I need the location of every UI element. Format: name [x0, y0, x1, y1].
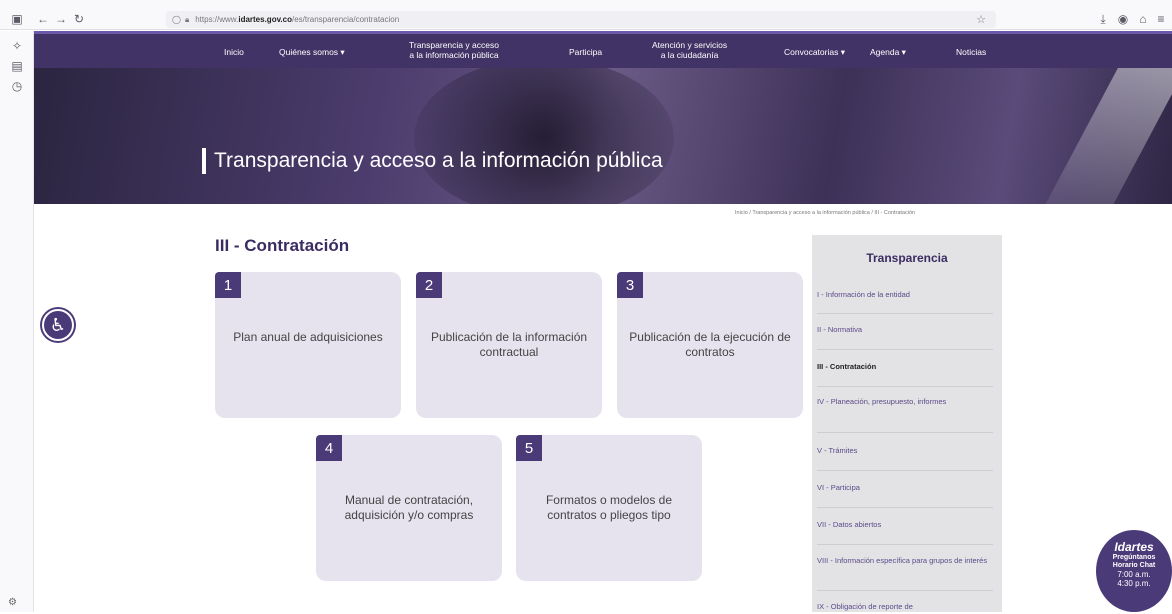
url-bar[interactable]: ◯ 🔒︎ https://www. idartes.gov.co/es/trans…	[166, 11, 996, 28]
chat-widget[interactable]: Idartes Pregúntanos Horario Chat 7:00 a.…	[1096, 530, 1172, 612]
download-icon[interactable]: ⤓	[1094, 10, 1112, 28]
panel-item-normativa[interactable]: II - Normativa	[817, 325, 993, 350]
shield-icon: ◯	[172, 15, 181, 24]
transparencia-side-panel: Transparencia I - Información de la enti…	[812, 235, 1002, 612]
panel-item-obligacion-reporte[interactable]: IX - Obligación de reporte de	[817, 602, 993, 614]
panel-item-informacion-entidad[interactable]: I - Información de la entidad	[817, 290, 993, 314]
card-number: 1	[215, 272, 241, 298]
accessibility-button[interactable]: ♿︎	[42, 309, 74, 341]
wheelchair-icon: ♿︎	[49, 314, 67, 335]
lock-icon: 🔒︎	[184, 14, 190, 24]
card-number: 4	[316, 435, 342, 461]
chat-ask-label: Pregúntanos	[1112, 554, 1156, 561]
card-manual-contratacion[interactable]: 4 Manual de contratación, adquisición y/…	[316, 435, 502, 581]
hero-light-beam	[1040, 68, 1172, 204]
card-label: Publicación de la ejecución de contratos	[629, 330, 791, 359]
card-plan-anual[interactable]: 1 Plan anual de adquisiciones	[215, 272, 401, 418]
card-number: 2	[416, 272, 442, 298]
nav-atencion[interactable]: Atención y servicios a la ciudadanía	[652, 40, 727, 60]
chat-hours-label: Horario Chat	[1112, 562, 1156, 569]
settings-gear-icon[interactable]: ⚙	[8, 597, 17, 608]
nav-participa[interactable]: Participa	[569, 47, 602, 57]
url-domain: idartes.gov.co	[238, 15, 292, 24]
browser-top-strip	[0, 0, 1172, 8]
url-path: /es/transparencia/contratacion	[292, 15, 400, 24]
star-icon[interactable]: ☆	[976, 13, 986, 26]
account-icon[interactable]: ◉	[1114, 10, 1132, 28]
bookmarks-icon[interactable]: ▤	[8, 57, 26, 75]
browser-toolbar: ▣ ← → ↻ ◯ 🔒︎ https://www. idartes.gov.co /…	[0, 8, 1172, 30]
hero-title: Transparencia y acceso a la información …	[202, 148, 663, 174]
hero-banner: Transparencia y acceso a la información …	[34, 68, 1172, 204]
panel-item-planeacion[interactable]: IV - Planeación, presupuesto, informes	[817, 397, 993, 433]
menu-icon[interactable]: ≡	[1152, 10, 1170, 28]
history-icon[interactable]: ◷	[8, 77, 26, 95]
nav-quienes-somos[interactable]: Quiénes somos ▾	[279, 47, 345, 57]
card-ejecucion-contratos[interactable]: 3 Publicación de la ejecución de contrat…	[617, 272, 803, 418]
browser-sidebar: ✧ ▤ ◷	[0, 31, 34, 612]
card-number: 3	[617, 272, 643, 298]
chat-brand: Idartes	[1114, 540, 1154, 554]
panel-item-grupos-interes[interactable]: VIII - Información específica para grupo…	[817, 556, 993, 591]
card-informacion-contractual[interactable]: 2 Publicación de la información contract…	[416, 272, 602, 418]
nav-noticias[interactable]: Noticias	[956, 47, 986, 57]
nav-convocatorias[interactable]: Convocatorias ▾	[784, 47, 845, 57]
card-label: Publicación de la información contractua…	[430, 330, 588, 359]
panel-title: Transparencia	[866, 251, 948, 265]
panel-item-contratacion[interactable]: III - Contratación	[817, 362, 993, 387]
chat-hours-start: 7:00 a.m.	[1117, 570, 1151, 579]
card-label: Formatos o modelos de contratos o pliego…	[545, 493, 673, 522]
card-number: 5	[516, 435, 542, 461]
back-icon[interactable]: ←	[34, 10, 52, 28]
card-label: Plan anual de adquisiciones	[233, 330, 383, 344]
card-label: Manual de contratación, adquisición y/o …	[344, 493, 474, 522]
nav-inicio[interactable]: Inicio	[224, 47, 244, 57]
breadcrumb[interactable]: Inicio / Transparencia y acceso a la inf…	[735, 210, 915, 216]
panel-item-datos-abiertos[interactable]: VII - Datos abiertos	[817, 520, 993, 545]
extensions-icon[interactable]: ⌂	[1134, 10, 1152, 28]
sidebar-toggle-icon[interactable]: ▣	[8, 10, 26, 28]
panel-item-tramites[interactable]: V - Trámites	[817, 446, 993, 471]
page-title: III - Contratación	[215, 236, 350, 255]
chat-hours-end: 4:30 p.m.	[1117, 579, 1151, 588]
panel-item-participa[interactable]: VI - Participa	[817, 483, 993, 508]
nav-agenda[interactable]: Agenda ▾	[870, 47, 906, 57]
hero-performer-image	[414, 68, 674, 204]
ai-sparkle-icon[interactable]: ✧	[8, 37, 26, 55]
card-formatos-modelos[interactable]: 5 Formatos o modelos de contratos o plie…	[516, 435, 702, 581]
url-prefix: https://www.	[195, 15, 239, 24]
reload-icon[interactable]: ↻	[70, 10, 88, 28]
forward-icon[interactable]: →	[52, 10, 70, 28]
nav-transparencia[interactable]: Transparencia y acceso a la información …	[409, 40, 499, 60]
main-nav: Inicio Quiénes somos ▾ Transparencia y a…	[34, 31, 1172, 68]
